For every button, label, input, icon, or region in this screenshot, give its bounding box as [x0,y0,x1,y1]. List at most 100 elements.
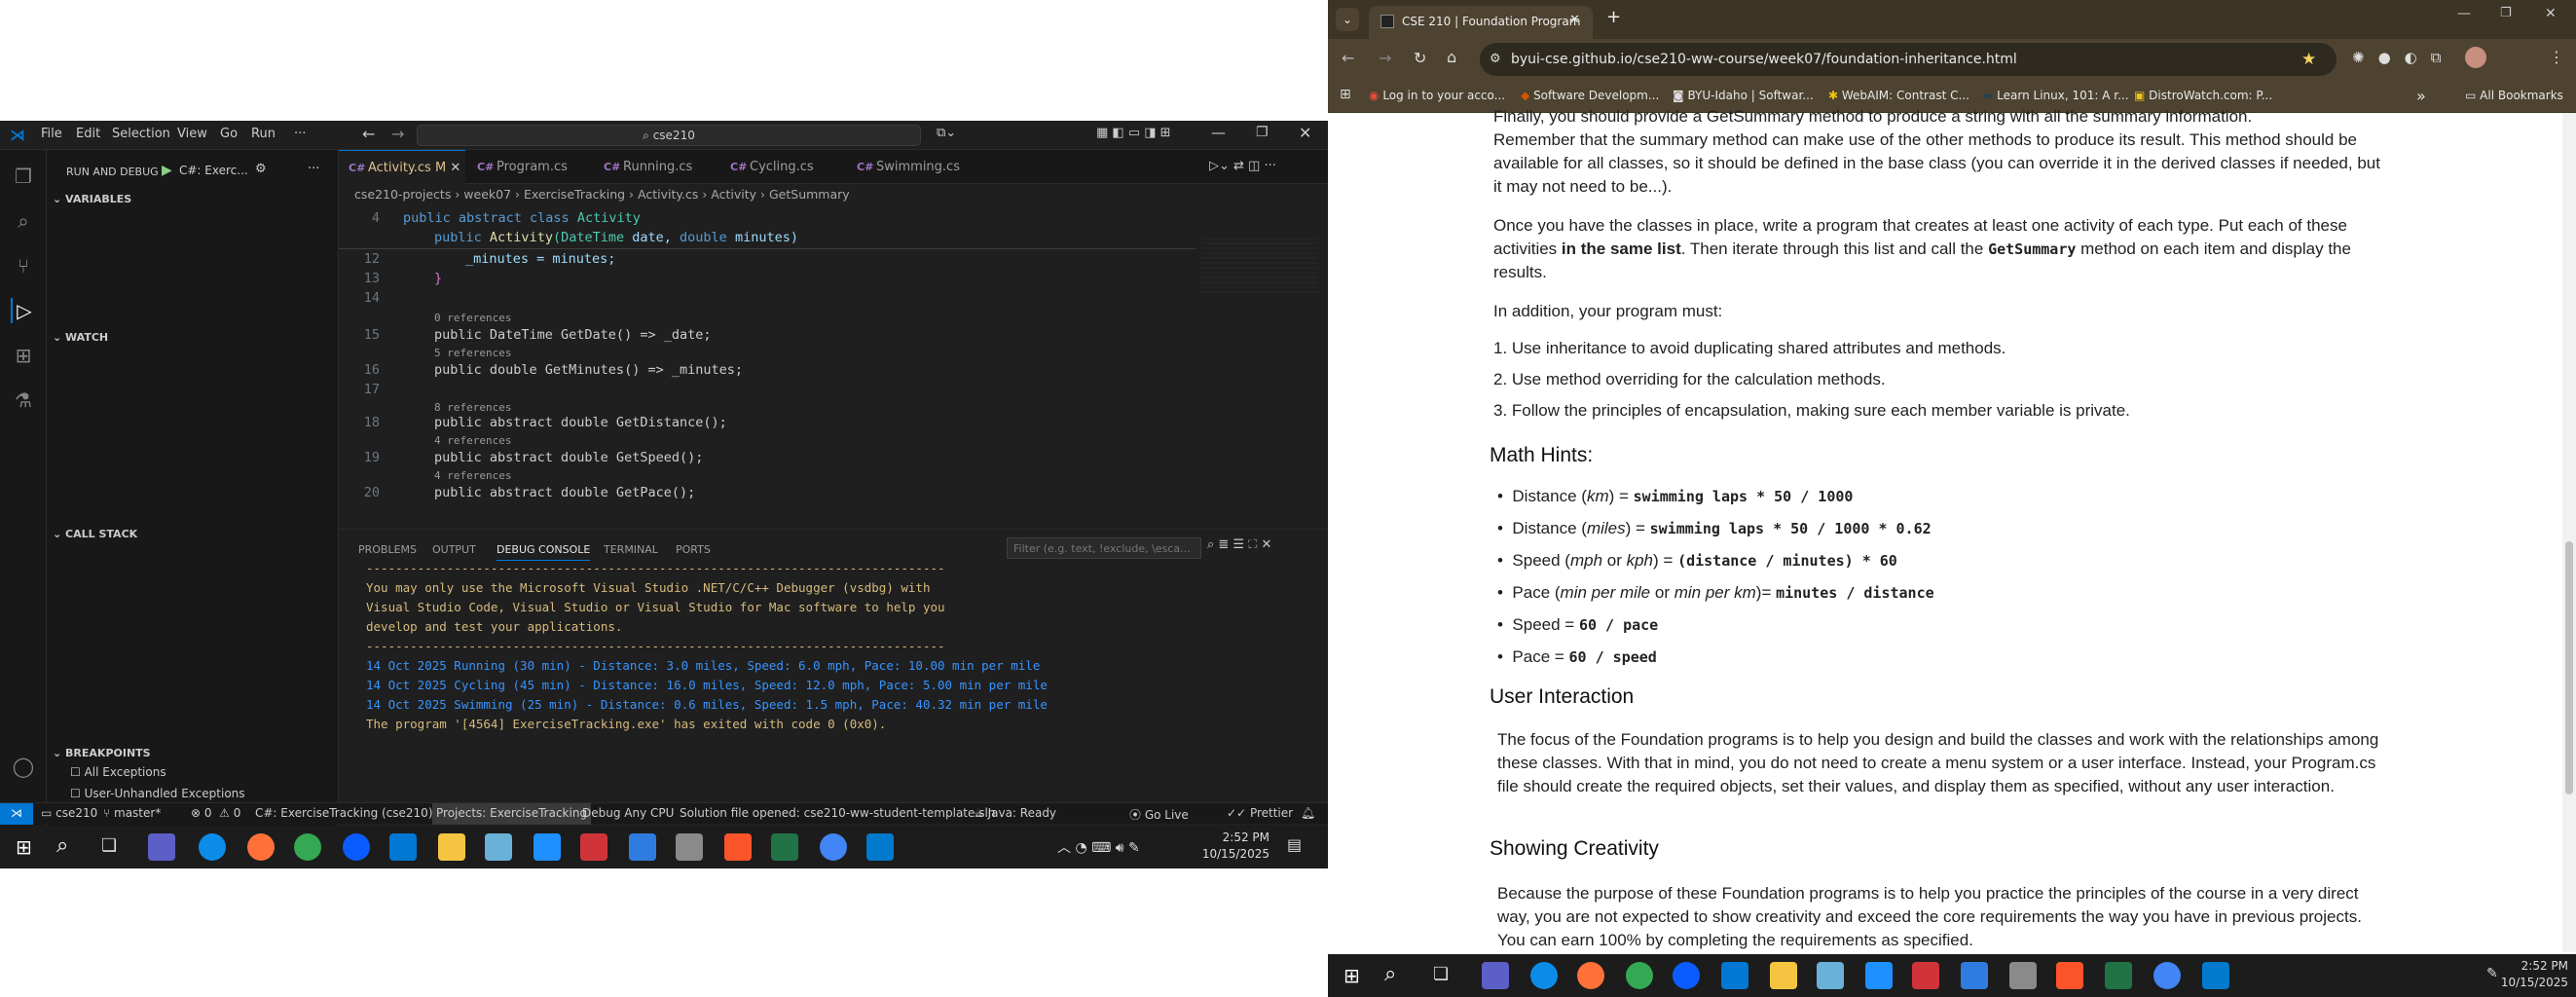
close-icon[interactable]: ✕ [1299,124,1311,142]
tab-search-icon[interactable]: ⌄ [1336,8,1359,31]
bc-method[interactable]: GetSummary [769,187,850,202]
menu-view[interactable]: View [177,127,207,141]
bc-class[interactable]: Activity [711,187,756,202]
status-cpu[interactable]: Debug Any CPU [582,806,674,820]
teams-icon[interactable] [148,833,175,861]
status-problems[interactable]: ⊗ 0 ⚠ 0 [191,806,240,820]
teams-icon[interactable] [1482,962,1509,989]
run-debug-icon[interactable]: ▷ [11,298,36,323]
store-icon[interactable] [1865,962,1893,989]
tab-swimming[interactable]: C# Swimming.cs [847,150,983,184]
account-icon[interactable]: ◯ [11,754,36,779]
more-icon[interactable]: ··· [308,162,319,176]
codelens-references[interactable]: 0 references [434,312,511,324]
panel-tab-debug-console[interactable]: DEBUG CONSOLE [497,543,591,561]
windows-start-icon[interactable]: ⊞ [16,835,32,859]
status-golive[interactable]: ⦿ Go Live [1129,806,1189,823]
bell-icon[interactable]: 🔔︎ [1301,806,1315,820]
chrome-menu-icon[interactable]: ⋮ [2549,48,2564,66]
code-editor[interactable]: 4 public abstract class Activity public … [339,206,1196,508]
editor-actions[interactable]: ▷⌄ ⇄ ◫ ··· [1209,159,1276,173]
extension-icons[interactable]: ✺●◐⧉ [2352,49,2454,66]
panel-tab-output[interactable]: OUTPUT [432,543,476,556]
bookmark-item[interactable]: ▬ Learn Linux, 101: A r... [1982,89,2129,102]
call-stack-section[interactable]: ⌄ CALL STACK [53,528,137,540]
panel-tab-problems[interactable]: PROBLEMS [358,543,417,556]
vscode-taskbar-icon[interactable] [866,833,894,861]
vscode-taskbar-icon[interactable] [2202,962,2229,989]
bc-file[interactable]: Activity.cs [638,187,698,202]
task-view-icon[interactable]: ❏ [1433,964,1449,984]
apps-icon[interactable]: ⊞ [1340,87,1351,102]
back-arrow-icon[interactable]: ← [362,125,375,143]
status-projects[interactable]: Projects: ExerciseTracking [432,803,592,825]
panel-tab-ports[interactable]: PORTS [676,543,711,556]
codelens-references[interactable]: 4 references [434,434,511,447]
scrollbar-thumb[interactable] [2565,541,2573,794]
windows-start-icon[interactable]: ⊞ [1343,964,1360,987]
start-debug-icon[interactable]: ▶ [162,163,172,178]
bp-all-exceptions[interactable]: ☐ All Exceptions [70,765,166,779]
clock-time[interactable]: 2:52 PM [2500,959,2568,973]
app-icon[interactable] [485,833,512,861]
reload-icon[interactable]: ↻ [1414,49,1426,67]
layout-icons[interactable]: ▦ ◧ ▭ ◨ ⊞ [1096,126,1171,140]
minimap[interactable] [1201,238,1318,296]
address-bar[interactable]: ⚙ byui-cse.github.io/cse210-ww-course/we… [1480,43,2337,76]
menu-selection[interactable]: Selection [112,127,170,141]
page-scrollbar[interactable] [2562,113,2576,952]
status-debug-target[interactable]: C#: ExerciseTracking (cse210) [255,806,433,820]
menu-file[interactable]: File [41,127,62,141]
remote-icon[interactable]: ⋊ [0,803,33,825]
edge-icon[interactable] [199,833,226,861]
bookmark-star-icon[interactable]: ★ [2301,43,2316,76]
menu-edit[interactable]: Edit [76,127,100,141]
forward-icon[interactable]: → [1379,49,1391,67]
firefox-icon[interactable] [1577,962,1604,989]
bp-user-unhandled[interactable]: ☐ User-Unhandled Exceptions [70,787,245,800]
task-view-icon[interactable]: ❏ [101,835,117,856]
app-icon[interactable] [1817,962,1844,989]
menu-more[interactable]: ··· [294,127,306,141]
app-icon[interactable] [580,833,607,861]
codelens-references[interactable]: 4 references [434,469,511,482]
extensions-icon[interactable]: ⊞ [11,343,36,368]
todo-icon[interactable] [1961,962,1988,989]
file-explorer-icon[interactable] [438,833,465,861]
bookmark-item[interactable]: ▣ DistroWatch.com: P... [2134,89,2272,102]
outlook-icon[interactable] [389,833,417,861]
explorer-icon[interactable]: ❐ [11,164,36,189]
minimize-icon[interactable]: — [2457,6,2471,21]
brave-icon[interactable] [2056,962,2083,989]
config-gear-icon[interactable]: ⚙ [255,162,267,176]
taskbar-search-icon[interactable]: ⌕ [56,833,68,858]
restore-icon[interactable]: ❐ [1256,125,1269,140]
search-view-icon[interactable]: ⌕ [11,208,36,234]
console-filter-input[interactable] [1007,537,1201,559]
bookmarks-overflow-icon[interactable]: » [2416,87,2426,105]
chrome-icon[interactable] [294,833,321,861]
chrome-icon[interactable] [1626,962,1653,989]
codelens-references[interactable]: 5 references [434,347,511,359]
camera-icon[interactable] [676,833,703,861]
forward-arrow-icon[interactable]: → [391,125,404,143]
tab-program[interactable]: C# Program.cs [467,150,592,184]
tab-close-icon[interactable]: ✕ [1569,13,1580,27]
profile-avatar[interactable] [2465,47,2486,68]
bc-project[interactable]: ExerciseTracking [524,187,625,202]
restore-icon[interactable]: ❐ [2500,6,2512,20]
excel-icon[interactable] [2105,962,2132,989]
tray-icons[interactable]: ︿ ◔ ⌨ 🔊︎ ✎ [1057,837,1140,857]
variables-section[interactable]: ⌄ VARIABLES [53,193,131,205]
pen-icon[interactable]: ✎ [2486,966,2498,981]
outlook-icon[interactable] [1721,962,1748,989]
menu-go[interactable]: Go [220,127,238,141]
status-repo[interactable]: ▭ cse210 [41,806,97,820]
codelens-references[interactable]: 8 references [434,401,511,414]
store-icon[interactable] [534,833,561,861]
firefox-icon[interactable] [247,833,275,861]
all-bookmarks[interactable]: ▭ All Bookmarks [2465,89,2563,102]
camera-icon[interactable] [2009,962,2037,989]
edge-icon[interactable] [1530,962,1558,989]
copilot-icon[interactable]: ⧉⌄ [937,126,956,140]
